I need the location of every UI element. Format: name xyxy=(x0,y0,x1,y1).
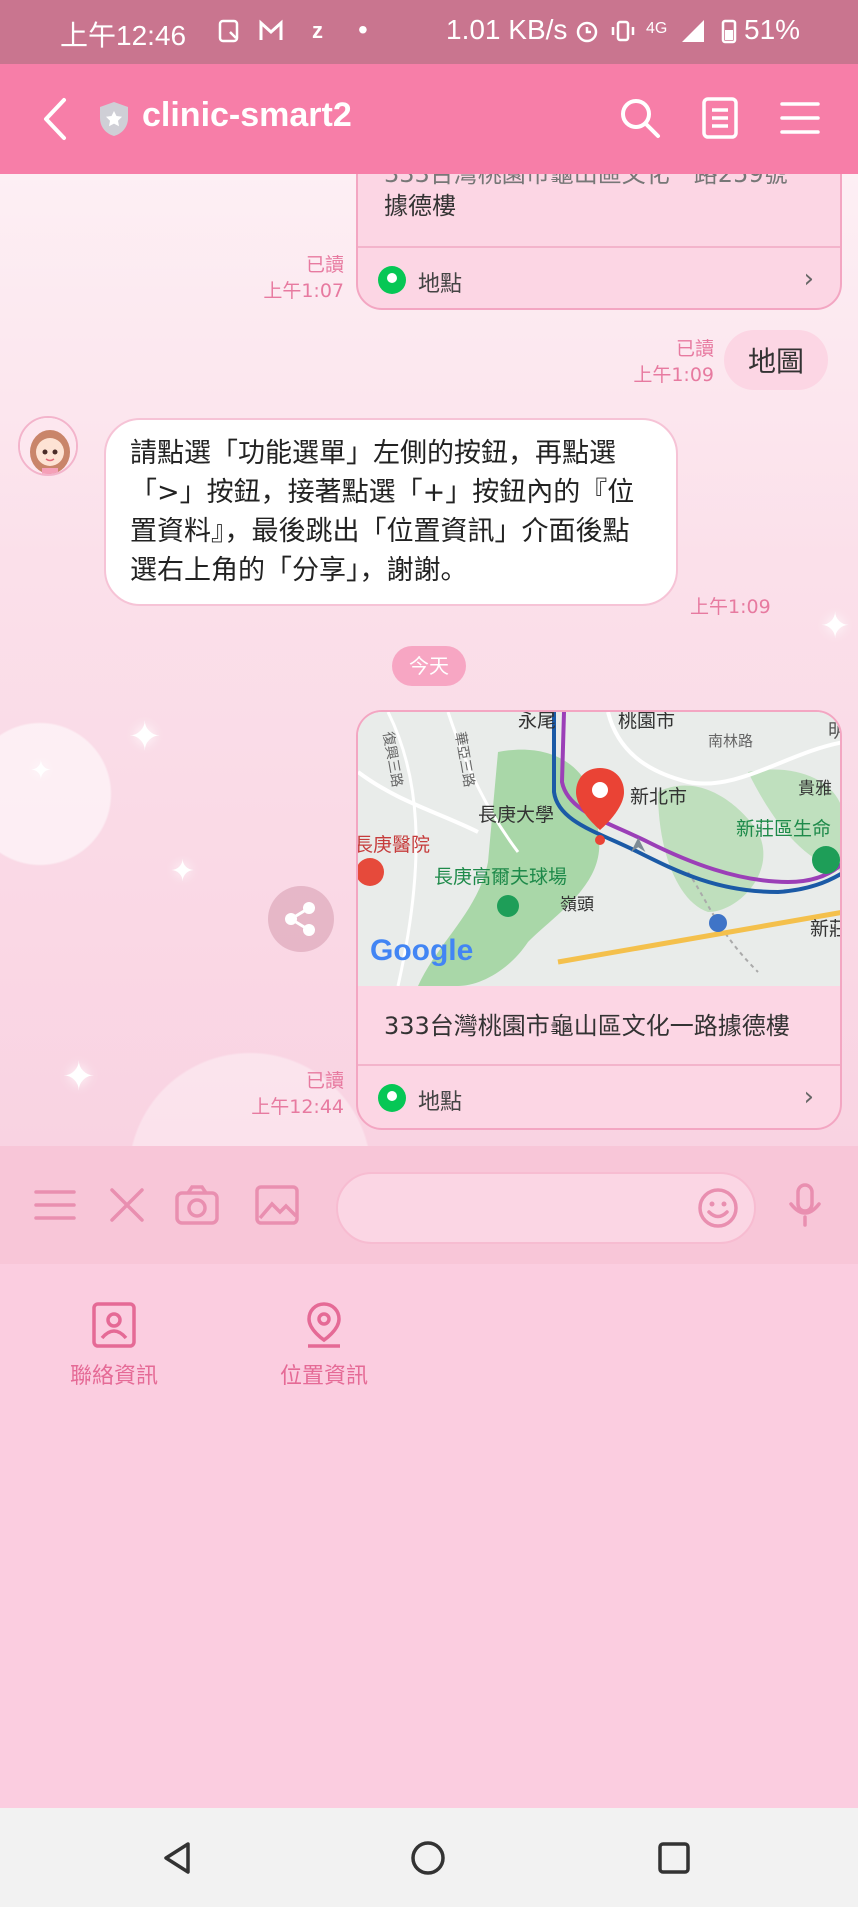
location-card-footer[interactable]: 地點 › xyxy=(358,1064,840,1128)
battery-level: 51% xyxy=(744,14,801,45)
back-icon[interactable] xyxy=(36,94,76,144)
message-time: 上午1:09 xyxy=(633,364,714,386)
chat-area[interactable]: ✦ ✦ ✦ ✦ ✦ 已讀 上午1:07 333台灣桃園市龜山區文化一路259號 … xyxy=(0,174,858,1146)
share-icon xyxy=(285,902,315,936)
message-input[interactable] xyxy=(336,1172,756,1244)
search-icon[interactable] xyxy=(618,96,662,140)
location-card-2[interactable]: 永尾 桃園市 南林路 貴雅 明 復興三路 華亞三路 長庚大學 新北市 新莊區生命… xyxy=(356,710,842,1130)
nav-home-icon[interactable] xyxy=(408,1838,448,1878)
signal-icon xyxy=(682,20,704,42)
map-label: 貴雅 xyxy=(798,779,832,799)
location-pin-icon xyxy=(378,266,406,294)
dot-icon: • xyxy=(358,14,368,45)
notes-icon[interactable] xyxy=(698,96,742,140)
contact-icon xyxy=(92,1302,136,1348)
card2-meta-text: 已讀 上午12:44 xyxy=(240,1068,344,1120)
vibrate-icon xyxy=(611,20,635,42)
menu-toggle-icon[interactable] xyxy=(32,1182,78,1228)
avatar[interactable] xyxy=(18,416,78,476)
map-label: 南林路 xyxy=(708,732,754,750)
map-preview[interactable]: 永尾 桃園市 南林路 貴雅 明 復興三路 華亞三路 長庚大學 新北市 新莊區生命… xyxy=(358,712,840,986)
map-label: 明 xyxy=(828,716,840,743)
notes-status-icon xyxy=(218,19,239,43)
location-footer-label: 地點 xyxy=(418,1090,463,1115)
sent-meta: 已讀 上午1:09 xyxy=(604,336,714,388)
message-time: 上午1:09 xyxy=(690,596,771,618)
received-message-bubble[interactable]: 請點選「功能選單」左側的按鈕，再點選「>」按鈕，接著點選「+」按鈕內的『位置資料… xyxy=(104,418,678,606)
read-receipt: 已讀 xyxy=(305,254,344,276)
status-time: 上午12:46 xyxy=(60,20,187,51)
map-label: 長庚醫院 xyxy=(358,834,431,856)
contact-info-button[interactable]: 聯絡資訊 xyxy=(34,1300,194,1390)
sparkle-decor: ✦ xyxy=(30,756,52,786)
map-label: 新莊 xyxy=(810,918,840,940)
map-label: 長庚高爾夫球場 xyxy=(434,866,568,888)
chevron-right-icon: › xyxy=(803,264,814,294)
camera-icon[interactable] xyxy=(174,1182,220,1228)
location-footer-label: 地點 xyxy=(418,272,463,297)
chevron-right-icon: › xyxy=(803,1082,814,1112)
sparkle-decor: ✦ xyxy=(820,606,851,647)
shield-icon xyxy=(100,102,128,136)
chat-title: clinic-smart2 xyxy=(142,96,352,134)
message-time: 上午1:07 xyxy=(263,280,344,302)
map-label: 桃園市 xyxy=(618,712,676,732)
input-bar xyxy=(0,1146,858,1264)
sparkle-decor: ✦ xyxy=(128,714,162,760)
location-address-line2: 據德樓 xyxy=(384,192,456,220)
location-card-1[interactable]: 333台灣桃園市龜山區文化一路259號 據德樓 地點 › xyxy=(356,174,842,310)
battery-icon xyxy=(721,19,737,44)
card1-meta: 已讀 上午1:07 xyxy=(240,252,344,304)
location-info-button[interactable]: 位置資訊 xyxy=(244,1300,404,1390)
chat-header: clinic-smart2 xyxy=(0,64,858,174)
location-icon xyxy=(307,1302,341,1348)
network-type: 4G xyxy=(646,20,668,37)
mic-icon[interactable] xyxy=(782,1182,828,1228)
emoji-icon[interactable] xyxy=(696,1186,740,1230)
avatar-illustration xyxy=(20,418,76,474)
contact-info-label: 聯絡資訊 xyxy=(69,1364,158,1389)
location-card-footer[interactable]: 地點 › xyxy=(358,246,840,308)
attachment-panel: 聯絡資訊 位置資訊 xyxy=(0,1264,858,1808)
map-label: 永尾 xyxy=(518,712,557,732)
location-pin-icon xyxy=(378,1084,406,1112)
close-icon[interactable] xyxy=(104,1182,150,1228)
net-speed: 1.01 KB/s xyxy=(446,14,568,45)
alarm-icon xyxy=(576,21,598,43)
message-time: 上午12:44 xyxy=(251,1096,344,1118)
sparkle-decor: ✦ xyxy=(170,854,196,889)
read-receipt: 已讀 xyxy=(675,338,714,360)
location-address: 333台灣桃園市龜山區文化一路據德樓 xyxy=(384,1012,790,1040)
image-icon[interactable] xyxy=(254,1182,300,1228)
nav-recents-icon[interactable] xyxy=(654,1838,694,1878)
sparkle-decor: ✦ xyxy=(62,1054,96,1100)
status-bar: 上午12:46 z • 1.01 KB/s 4G 51% xyxy=(0,0,858,64)
map-label: 新莊區生命 xyxy=(736,818,832,840)
menu-icon[interactable] xyxy=(778,96,822,140)
google-logo: Google xyxy=(370,934,474,967)
map-label: 嶺頭 xyxy=(560,895,594,915)
date-chip: 今天 xyxy=(392,646,466,686)
system-nav-bar xyxy=(0,1808,858,1907)
location-info-label: 位置資訊 xyxy=(279,1364,368,1389)
map-label: 新北市 xyxy=(630,786,688,808)
sent-message-bubble[interactable]: 地圖 xyxy=(724,330,829,390)
nav-back-icon[interactable] xyxy=(158,1838,198,1878)
gmail-icon xyxy=(259,19,283,40)
map-label: 長庚大學 xyxy=(478,804,555,826)
share-button[interactable] xyxy=(268,886,334,952)
z-icon: z xyxy=(312,18,323,43)
read-receipt: 已讀 xyxy=(305,1070,344,1092)
